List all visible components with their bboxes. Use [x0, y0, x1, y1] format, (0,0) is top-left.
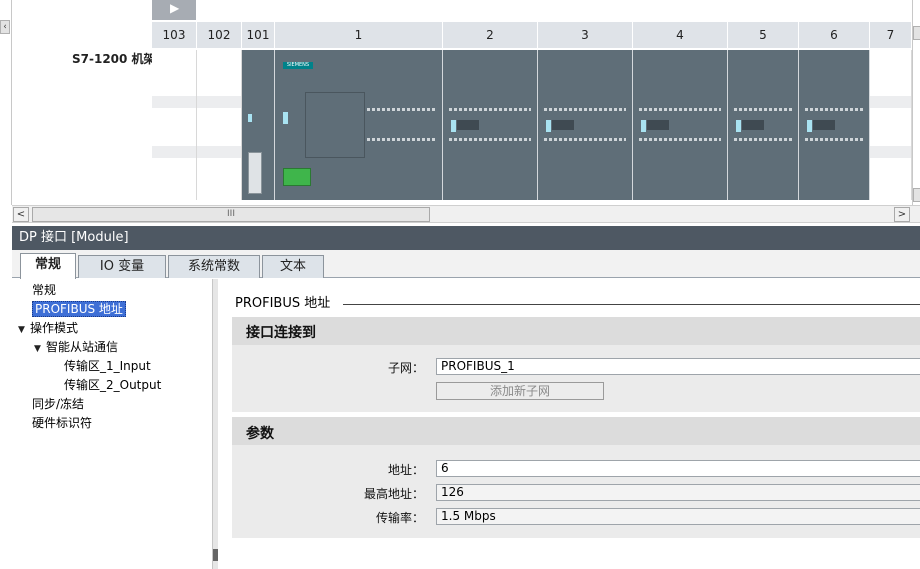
io-terminal-strip — [805, 138, 863, 141]
cpu-brand-logo: SIEMENS — [283, 62, 313, 69]
expand-right-icon[interactable] — [913, 188, 920, 202]
address-label: 地址： — [387, 463, 424, 477]
io-terminal-strip — [734, 138, 792, 141]
tree-item-profibus-address[interactable]: PROFIBUS 地址 — [32, 300, 126, 318]
dp-module[interactable] — [242, 50, 275, 200]
slot-number: 101 — [242, 22, 275, 48]
play-triangle-icon[interactable]: ▶ — [152, 0, 196, 20]
status-led — [736, 120, 741, 132]
signal-module-6[interactable] — [799, 50, 870, 200]
subnet-label: 子网： — [387, 361, 424, 375]
io-terminal-strip — [639, 138, 721, 141]
subnet-select[interactable]: PROFIBUS_1 — [436, 358, 920, 375]
left-collapse-strip: ‹ — [0, 0, 12, 205]
highest-address-label: 最高地址： — [363, 487, 424, 501]
status-led — [451, 120, 456, 132]
empty-slot-102[interactable] — [197, 50, 242, 200]
label-slot — [647, 120, 669, 130]
tab-system-constants[interactable]: 系统常数 — [168, 255, 260, 278]
group-header — [232, 417, 920, 445]
parameters-group: 参数 地址： 6 最高地址： 126 传输率： 1.5 Mbps — [232, 417, 920, 538]
group-title: 参数 — [246, 426, 274, 442]
tab-general[interactable]: 常规 — [20, 253, 76, 279]
rack-name: S7-1200 机架 — [72, 52, 156, 66]
scroll-left-icon[interactable]: < — [13, 207, 29, 222]
tree-item-transfer-area-2-output[interactable]: 传输区_2_Output — [64, 376, 161, 394]
slot-number: 7 — [870, 22, 912, 48]
slot-header: 103 102 101 1 2 3 4 5 6 7 — [152, 22, 912, 48]
dp-connector-icon — [248, 152, 262, 194]
horizontal-scrollbar[interactable]: < III > — [12, 205, 920, 223]
tree-item-hardware-identifier[interactable]: 硬件标识符 — [32, 414, 92, 432]
slot-number: 4 — [633, 22, 728, 48]
address-input[interactable]: 6 — [436, 460, 920, 477]
slot-number: 5 — [728, 22, 799, 48]
io-terminal-strip — [544, 138, 626, 141]
scroll-thumb[interactable]: III — [32, 207, 430, 222]
tab-texts[interactable]: 文本 — [262, 255, 324, 278]
navigation-tree: 常规 PROFIBUS 地址 ▼ 操作模式 ▼ 智能从站通信 传输区_1_Input… — [12, 279, 212, 569]
tree-item-i-slave-communication[interactable]: ▼ 智能从站通信 — [34, 338, 118, 356]
io-terminal-strip — [367, 108, 436, 111]
inspector-title: DP 接口 [Module] — [12, 226, 920, 250]
io-terminal-strip — [544, 108, 626, 111]
expand-caret-icon[interactable]: ▼ — [18, 321, 30, 339]
signal-module-4[interactable] — [633, 50, 728, 200]
slot-number: 3 — [538, 22, 633, 48]
section-title: PROFIBUS 地址 — [235, 292, 337, 311]
io-terminal-strip — [639, 108, 721, 111]
status-led — [546, 120, 551, 132]
io-terminal-strip — [449, 138, 531, 141]
scroll-right-icon[interactable]: > — [894, 207, 910, 222]
add-new-subnet-button[interactable]: 添加新子网 — [436, 382, 604, 400]
status-led — [283, 112, 288, 124]
inspector-tabs: 常规 IO 变量 系统常数 文本 — [12, 250, 920, 279]
cpu-cover-panel — [305, 92, 365, 158]
tree-item-sync-freeze[interactable]: 同步/冻结 — [32, 395, 84, 413]
cpu-module[interactable]: SIEMENS — [275, 50, 443, 200]
signal-module-5[interactable] — [728, 50, 799, 200]
label-slot — [813, 120, 835, 130]
status-led — [641, 120, 646, 132]
label-slot — [457, 120, 479, 130]
collapse-left-icon[interactable]: ‹ — [0, 20, 10, 34]
highest-address-field: 126 — [436, 484, 920, 501]
interface-group: 接口连接到 子网： PROFIBUS_1 添加新子网 — [232, 317, 920, 412]
device-view: ‹ ▶ S7-1200 机架 103 102 101 1 2 3 4 5 6 7… — [0, 0, 920, 224]
expand-caret-icon[interactable]: ▼ — [34, 340, 46, 358]
empty-slot-7[interactable] — [870, 50, 912, 200]
tree-item-general[interactable]: 常规 — [32, 281, 56, 299]
collapse-right-icon[interactable] — [913, 26, 920, 40]
io-terminal-strip — [734, 108, 792, 111]
slot-number: 1 — [275, 22, 443, 48]
section-divider — [343, 304, 920, 305]
io-terminal-strip — [805, 108, 863, 111]
tree-item-transfer-area-1-input[interactable]: 传输区_1_Input — [64, 357, 151, 375]
slot-number: 102 — [197, 22, 242, 48]
label-slot — [742, 120, 764, 130]
properties-content: PROFIBUS 地址 接口连接到 子网： PROFIBUS_1 添加新子网 参… — [219, 279, 920, 569]
transmission-rate-field: 1.5 Mbps — [436, 508, 920, 525]
tree-item-operating-mode[interactable]: ▼ 操作模式 — [18, 319, 78, 337]
ethernet-ports-icon — [283, 168, 311, 186]
io-terminal-strip — [367, 138, 436, 141]
status-led — [248, 114, 252, 122]
slot-number: 103 — [152, 22, 197, 48]
empty-slot-103[interactable] — [152, 50, 197, 200]
tree-vertical-scrollbar[interactable] — [212, 279, 218, 569]
label-slot — [552, 120, 574, 130]
right-collapse-strip — [912, 0, 920, 205]
scroll-thumb[interactable] — [213, 549, 218, 561]
group-header — [232, 317, 920, 345]
io-terminal-strip — [449, 108, 531, 111]
slot-number: 2 — [443, 22, 538, 48]
signal-module-3[interactable] — [538, 50, 633, 200]
slot-number: 6 — [799, 22, 870, 48]
signal-module-2[interactable] — [443, 50, 538, 200]
status-led — [807, 120, 812, 132]
group-title: 接口连接到 — [246, 325, 316, 341]
transmission-rate-label: 传输率： — [375, 511, 424, 525]
tab-io-tags[interactable]: IO 变量 — [78, 255, 166, 278]
